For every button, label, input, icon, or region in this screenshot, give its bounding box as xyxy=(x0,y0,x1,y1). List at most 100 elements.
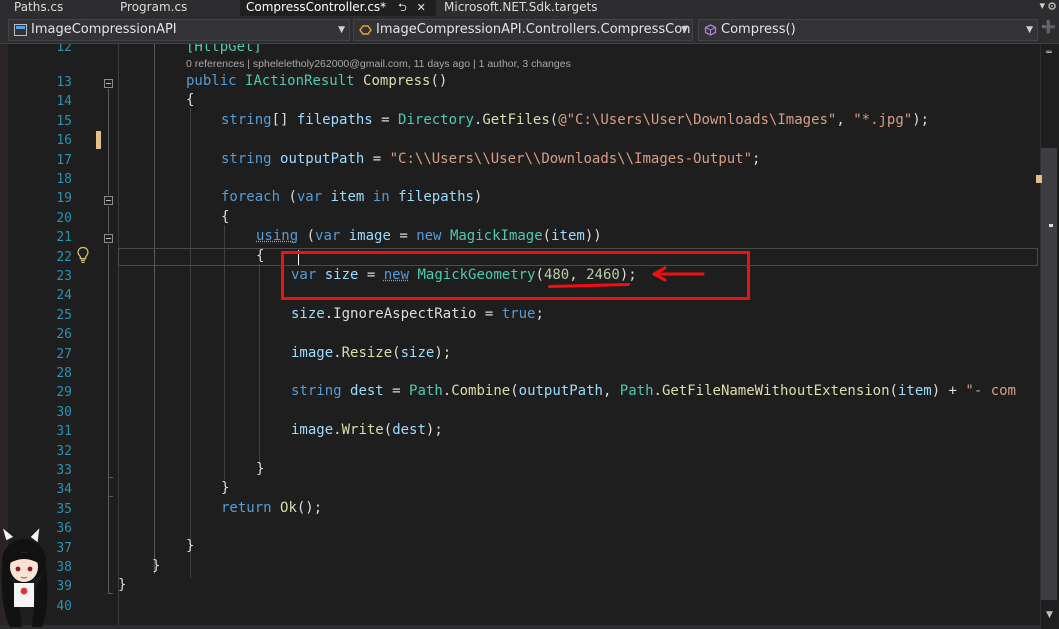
keyword-token: using xyxy=(256,228,299,244)
line-number: 30 xyxy=(56,405,72,420)
line-number: 12 xyxy=(56,44,72,55)
punctuation-token: ) + xyxy=(931,383,966,399)
horizontal-scrollbar[interactable] xyxy=(0,625,1040,629)
outline-guide xyxy=(108,89,109,195)
punctuation-token: = xyxy=(372,112,399,128)
tab-label: Program.cs xyxy=(120,0,188,14)
keyword-token: in xyxy=(372,189,390,205)
window-settings-icon[interactable]: ⚙ xyxy=(1047,0,1057,13)
outline-guide xyxy=(108,206,109,233)
lightbulb-icon[interactable] xyxy=(76,246,90,264)
line-number: 22 xyxy=(56,250,72,265)
line-number: 19 xyxy=(56,191,72,206)
unsaved-change-marker xyxy=(96,131,101,149)
scrollbar-thumb[interactable] xyxy=(1041,148,1057,600)
code-line-31: image.Write(dest); xyxy=(291,421,443,440)
punctuation-token: ( xyxy=(510,383,519,399)
codelens-info[interactable]: 0 references | spheleletholy262000@gmail… xyxy=(186,58,571,70)
punctuation-token: ; xyxy=(752,151,761,167)
punctuation-token: = xyxy=(476,306,502,322)
punctuation-token: )) xyxy=(584,228,602,244)
punctuation-token: [] xyxy=(271,112,297,128)
tab-label: Paths.cs xyxy=(14,0,64,14)
punctuation-token: (); xyxy=(296,500,323,516)
keyword-token: var xyxy=(315,228,341,244)
collapse-toggle-icon[interactable] xyxy=(104,79,113,88)
line-number: 32 xyxy=(56,444,72,459)
punctuation-token: ( xyxy=(383,422,393,438)
line-number: 24 xyxy=(56,288,72,303)
line-number: 21 xyxy=(56,230,72,245)
tab-microsoft-net-sdk-targets[interactable]: Microsoft.NET.Sdk.targets xyxy=(438,0,638,16)
split-editor-icon[interactable]: ➕ xyxy=(1041,20,1056,40)
code-line-33: } xyxy=(256,461,265,477)
code-line-35: return Ok(); xyxy=(221,499,322,518)
variable-token: dest xyxy=(350,383,384,399)
code-editor[interactable]: 12 13 14 15 16 17 18 19 20 21 22 23 24 2… xyxy=(0,44,1059,629)
method-token: Combine xyxy=(451,383,511,399)
member-dropdown[interactable]: Compress() ▼ xyxy=(698,19,1038,41)
line-number: 16 xyxy=(56,133,72,148)
csharp-project-icon xyxy=(14,24,27,36)
code-line-13: public IActionResult Compress() xyxy=(186,72,447,91)
close-icon[interactable]: ✕ xyxy=(417,1,426,15)
tab-label: CompressController.cs* xyxy=(246,0,387,14)
line-number: 34 xyxy=(56,482,72,497)
keyword-token: return xyxy=(221,500,272,516)
punctuation-token: ( xyxy=(889,383,898,399)
project-dropdown[interactable]: ImageCompressionAPI ▼ xyxy=(8,19,350,41)
method-token: GetFiles xyxy=(482,112,550,128)
collapse-toggle-icon[interactable] xyxy=(104,234,113,243)
code-text-area[interactable]: [HttpGet] 0 references | spheleletholy26… xyxy=(118,44,1038,629)
punctuation-token: . xyxy=(653,383,662,399)
keyword-token: new xyxy=(416,228,442,244)
variable-token: item xyxy=(897,383,932,399)
tab-compresscontroller-cs[interactable]: CompressController.cs* ⮌ ✕ xyxy=(240,0,436,16)
code-line-21: using (var image = new MagickImage(item)… xyxy=(256,227,602,246)
line-number: 27 xyxy=(56,347,72,362)
change-overview-marker xyxy=(1036,175,1042,183)
code-line-39: } xyxy=(118,577,127,593)
punctuation-token: . xyxy=(333,422,342,438)
line-number: 25 xyxy=(56,308,72,323)
pin-icon[interactable]: ⮌ xyxy=(398,1,407,15)
attribute-token: [HttpGet] xyxy=(186,44,262,55)
line-number: 13 xyxy=(56,75,72,90)
annotation-arrow-icon xyxy=(652,266,705,282)
line-number: 15 xyxy=(56,114,72,129)
variable-token: outputPath xyxy=(518,383,603,399)
code-line-37: } xyxy=(186,538,195,554)
scroll-down-icon[interactable]: ▼ xyxy=(1046,610,1053,620)
code-line-25: size.IgnoreAspectRatio = true; xyxy=(291,305,544,324)
keyword-token: foreach xyxy=(221,189,281,205)
punctuation-token: ( xyxy=(298,228,316,244)
outline-end xyxy=(108,496,113,497)
code-line-17: string outputPath = "C:\\Users\\User\\Do… xyxy=(221,150,760,169)
tab-program-cs[interactable]: Program.cs xyxy=(114,0,240,16)
punctuation-token: ( xyxy=(542,228,552,244)
anime-girl-sticker-icon xyxy=(1,527,48,627)
punctuation-token: = xyxy=(390,228,417,244)
chevron-down-icon: ▼ xyxy=(338,25,345,35)
punctuation-token: ); xyxy=(434,345,452,361)
type-dropdown[interactable]: ImageCompressionAPI.Controllers.Compress… xyxy=(353,19,693,41)
method-token: Compress xyxy=(363,73,431,89)
chevron-down-icon: ▼ xyxy=(1026,25,1033,35)
member-name: Compress() xyxy=(721,22,796,37)
line-number: 33 xyxy=(56,463,72,478)
overflow-dropdown-icon[interactable]: ▾ xyxy=(1039,0,1045,12)
collapse-toggle-icon[interactable] xyxy=(104,196,113,205)
punctuation-token: () xyxy=(430,73,448,89)
variable-token: outputPath xyxy=(280,151,365,167)
punctuation-token: ; xyxy=(535,306,544,322)
tab-label: Microsoft.NET.Sdk.targets xyxy=(444,0,598,14)
tab-paths-cs[interactable]: Paths.cs xyxy=(8,0,114,16)
punctuation-token: . xyxy=(324,306,334,322)
outline-end xyxy=(108,477,113,478)
line-number: 18 xyxy=(56,172,72,187)
type-token: IActionResult xyxy=(245,73,355,89)
project-name: ImageCompressionAPI xyxy=(31,22,177,37)
keyword-token: string xyxy=(291,383,342,399)
split-handle-icon[interactable]: ═ xyxy=(1041,48,1057,62)
punctuation-token: ); xyxy=(425,422,443,438)
